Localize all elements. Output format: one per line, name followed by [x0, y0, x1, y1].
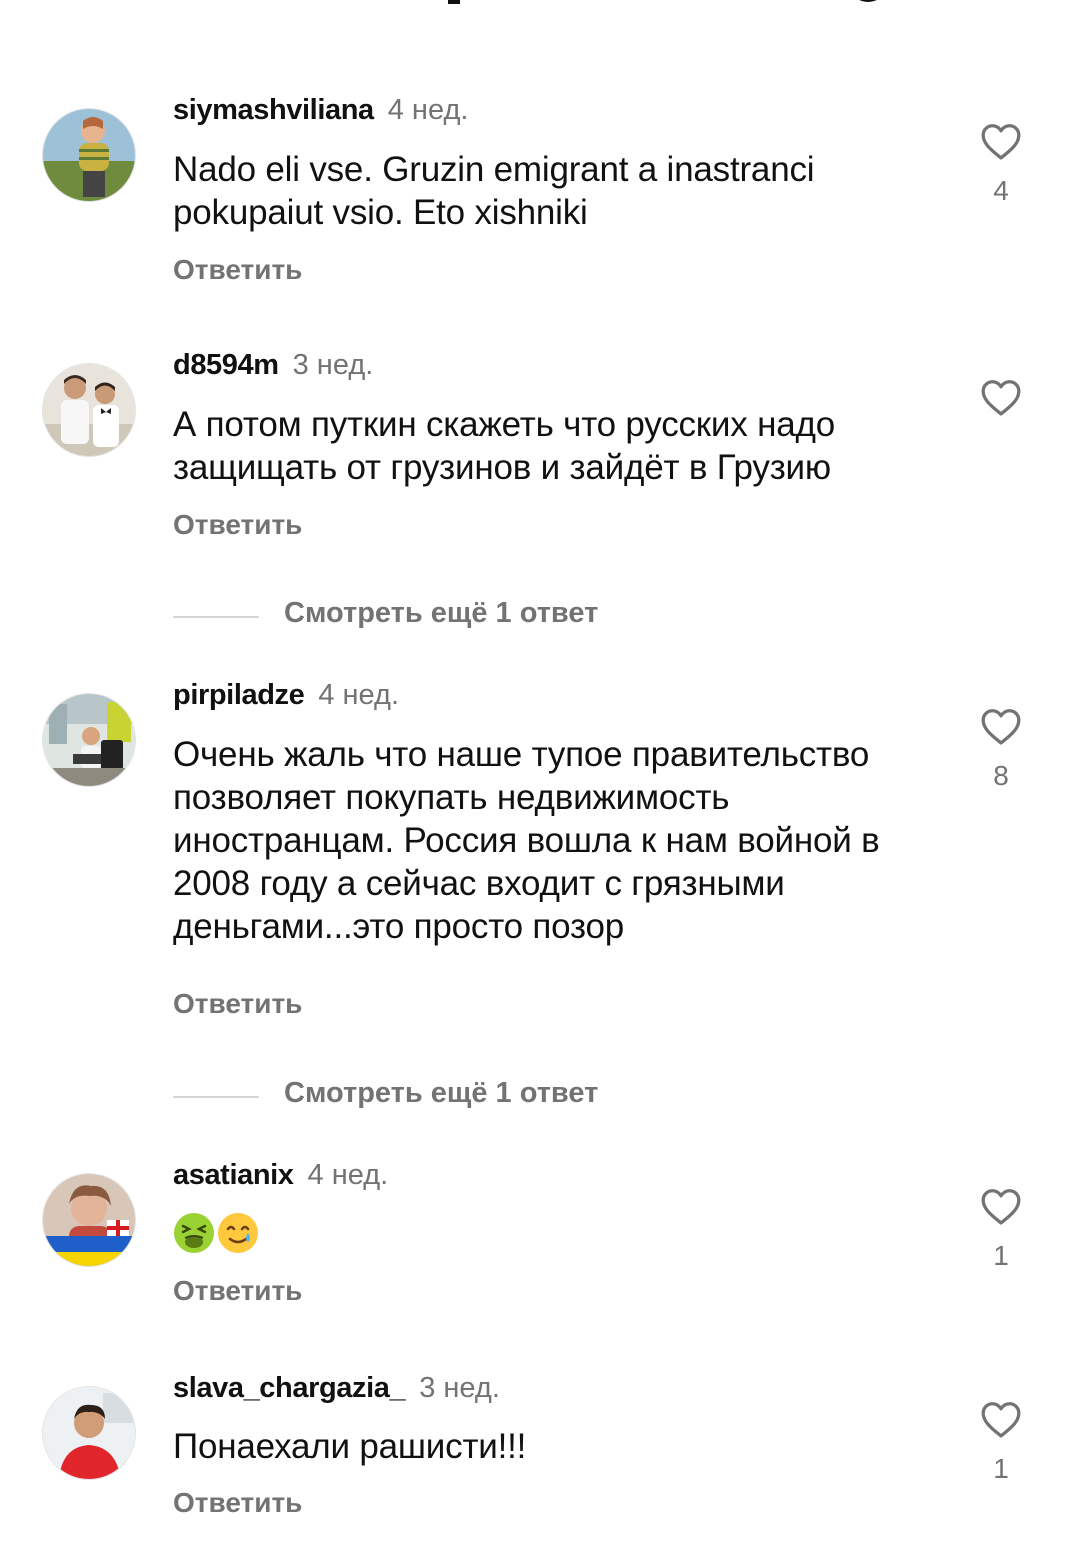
timestamp: 4 нед.: [318, 679, 400, 711]
reply-button[interactable]: Ответить: [173, 988, 302, 1020]
divider-line: [173, 616, 259, 618]
avatar[interactable]: [42, 1173, 136, 1267]
like-control: 8: [976, 706, 1026, 792]
heart-outline-icon[interactable]: [976, 377, 1026, 417]
timestamp: 3 нед.: [419, 1372, 500, 1404]
avatar[interactable]: [42, 108, 136, 202]
like-count: 1: [993, 1453, 1009, 1484]
timestamp: 4 нед.: [387, 94, 469, 126]
comment-text: Nado eli vse. Gruzin emigrant a inastran…: [173, 150, 815, 232]
view-replies-button[interactable]: Смотреть ещё 1 ответ: [173, 1077, 873, 1117]
username[interactable]: asatianix: [173, 1159, 294, 1191]
view-replies-button[interactable]: Смотреть ещё 1 ответ: [173, 597, 873, 637]
username[interactable]: slava_chargazia_: [173, 1372, 406, 1404]
like-control: 1: [976, 1399, 1026, 1485]
nauseated-face-emoji: [173, 1212, 215, 1256]
username[interactable]: siymashviliana: [173, 94, 374, 126]
heart-outline-icon[interactable]: [976, 1186, 1026, 1226]
divider-line: [173, 1096, 259, 1098]
comment-text: Понаехали рашисти!!!: [173, 1427, 527, 1466]
comment-emoji: [173, 1212, 259, 1256]
timestamp: 4 нед.: [307, 1159, 389, 1191]
avatar[interactable]: [42, 693, 136, 787]
heart-outline-icon[interactable]: [976, 1399, 1026, 1439]
view-replies-label: Смотреть ещё 1 ответ: [284, 597, 599, 629]
like-control: 1: [976, 1186, 1026, 1272]
reply-button[interactable]: Ответить: [173, 1275, 302, 1307]
like-count: 1: [993, 1240, 1009, 1271]
like-control: [976, 377, 1026, 417]
smiling-face-with-tear-emoji: [217, 1212, 259, 1256]
like-count: 4: [993, 175, 1009, 206]
view-replies-label: Смотреть ещё 1 ответ: [284, 1077, 599, 1109]
username[interactable]: pirpiladze: [173, 679, 305, 711]
like-control: 4: [976, 121, 1026, 207]
reply-button[interactable]: Ответить: [173, 1487, 302, 1519]
comment-text: Очень жаль что наше тупое правительство …: [173, 735, 880, 946]
avatar[interactable]: [42, 1386, 136, 1480]
reply-button[interactable]: Ответить: [173, 254, 302, 286]
heart-outline-icon[interactable]: [976, 706, 1026, 746]
cut-off-header: [0, 0, 1080, 20]
comment-text: А потом путкин скажеть что русских надо …: [173, 405, 835, 487]
like-count: 8: [993, 760, 1009, 791]
timestamp: 3 нед.: [292, 349, 374, 381]
username[interactable]: d8594m: [173, 349, 279, 381]
reply-button[interactable]: Ответить: [173, 509, 302, 541]
avatar[interactable]: [42, 363, 136, 457]
heart-outline-icon[interactable]: [976, 121, 1026, 161]
